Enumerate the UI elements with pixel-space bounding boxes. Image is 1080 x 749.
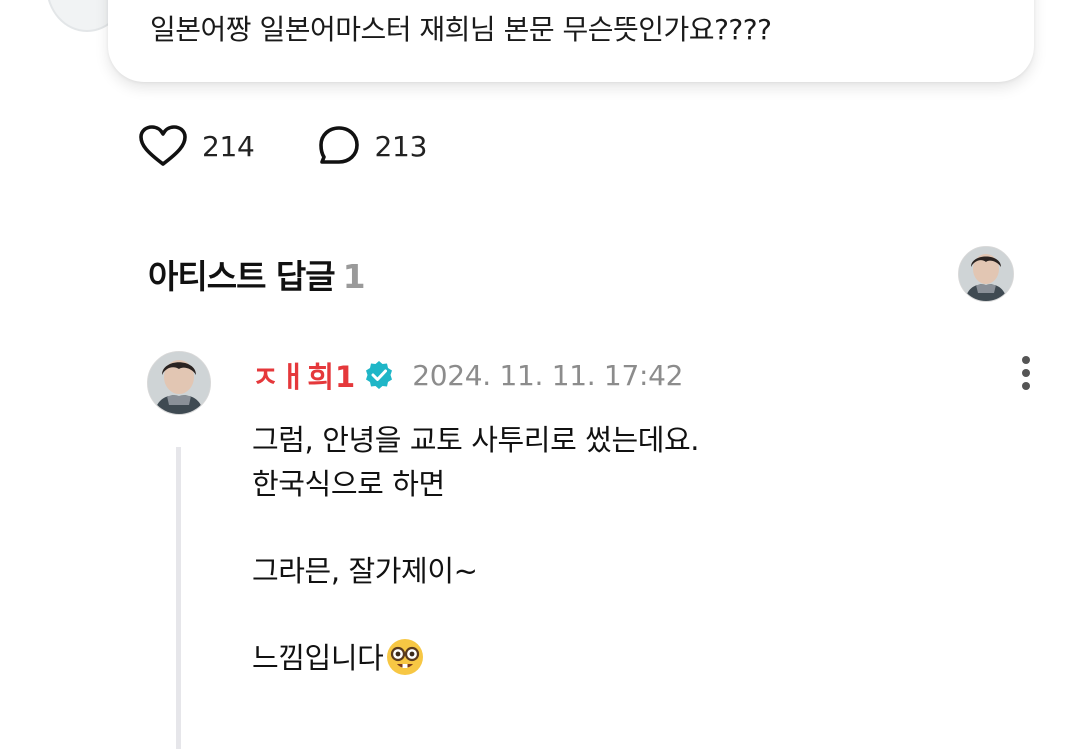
heart-outline-icon xyxy=(139,125,187,166)
reply-line: 한국식으로 하면 xyxy=(252,467,445,501)
artist-replies-count: 1 xyxy=(342,257,366,296)
verified-badge-icon xyxy=(366,361,393,389)
reply-line: 그라믄, 잘가제이~ xyxy=(252,554,478,588)
thread-line xyxy=(176,447,181,749)
reply-author-name[interactable]: ㅈㅐ희1 xyxy=(252,354,356,396)
reply-timestamp: 2024. 11. 11. 17:42 xyxy=(412,358,684,392)
artist-photo xyxy=(959,247,1013,301)
artist-avatar[interactable] xyxy=(958,246,1014,302)
reply-line-text: 느낌입니다 xyxy=(252,641,384,675)
more-vertical-icon xyxy=(1022,356,1030,390)
like-count: 214 xyxy=(202,129,255,163)
reply-header: ㅈㅐ희1 2024. 11. 11. 17:42 xyxy=(252,354,683,396)
chat-bubble-outline-icon xyxy=(318,126,359,164)
reaction-bar: 214 213 xyxy=(138,124,489,168)
reply-body: 그럼, 안녕을 교토 사투리로 썼는데요. 한국식으로 하면 그라믄, 잘가제이… xyxy=(252,418,700,680)
comment-count: 213 xyxy=(374,129,428,163)
artist-replies-heading: 아티스트 답글 1 xyxy=(148,250,366,298)
reply-line: 그럼, 안녕을 교토 사투리로 썼는데요. xyxy=(252,423,700,457)
reply-author-photo xyxy=(148,352,210,414)
reply-line-blank xyxy=(252,506,699,549)
nerd-face-emoji-icon xyxy=(387,639,424,675)
more-options-button[interactable] xyxy=(1012,354,1040,394)
like-button[interactable]: 214 xyxy=(138,124,255,168)
reply-line-last: 느낌입니다 xyxy=(252,636,699,680)
artist-replies-title: 아티스트 답글 xyxy=(148,257,336,296)
reply-line-blank xyxy=(252,593,699,636)
reply-author-avatar[interactable] xyxy=(147,351,211,415)
comment-text: 일본어짱 일본어마스터 재희님 본문 무슨뜻인가요???? xyxy=(150,13,772,46)
comment-button[interactable]: 213 xyxy=(317,124,428,168)
